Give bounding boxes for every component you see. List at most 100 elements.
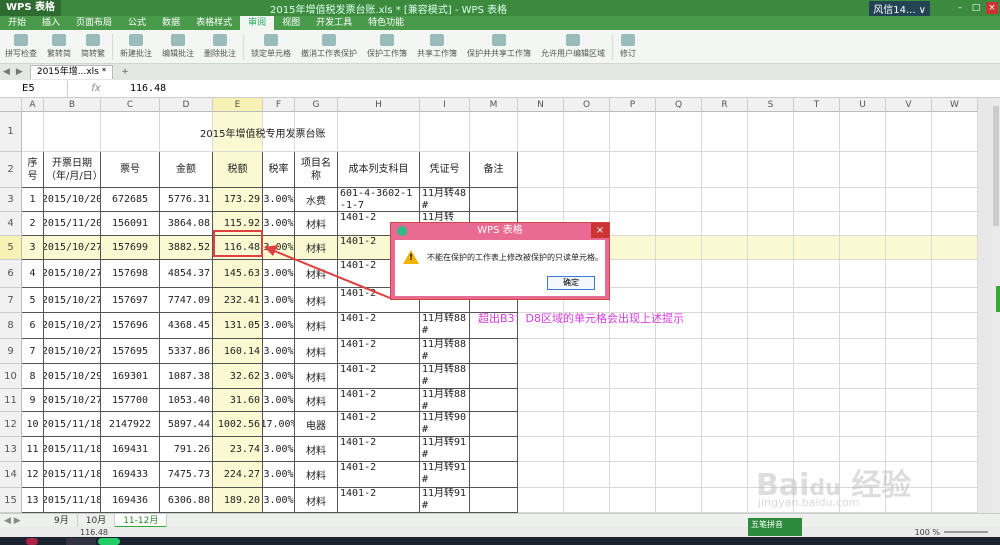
grid-cell[interactable] xyxy=(886,313,932,339)
grid-cell[interactable] xyxy=(840,339,886,364)
table-row-cell[interactable]: 157697 xyxy=(101,288,160,313)
ribbon-button[interactable]: 撤消工作表保护 xyxy=(296,34,362,59)
zoom-level[interactable]: 100 % xyxy=(915,528,940,537)
table-row-cell[interactable]: 材料 xyxy=(295,437,338,462)
table-row-cell[interactable]: 601-4-3602-1-1-7 xyxy=(338,188,420,212)
column-header[interactable]: S xyxy=(748,98,794,112)
row-header[interactable]: 6 xyxy=(0,260,22,288)
row-header[interactable]: 3 xyxy=(0,188,22,212)
table-row-cell[interactable]: 材料 xyxy=(295,236,338,260)
grid-cell[interactable] xyxy=(748,313,794,339)
table-row-cell[interactable]: 1053.40 xyxy=(160,389,213,412)
table-row-cell[interactable]: 11月转88# xyxy=(420,364,470,389)
column-header[interactable]: W xyxy=(932,98,978,112)
scrollbar-thumb[interactable] xyxy=(993,106,999,226)
table-row-cell[interactable]: 2015/10/29 xyxy=(44,364,101,389)
table-row-cell[interactable]: 4854.37 xyxy=(160,260,213,288)
table-row-cell[interactable]: 157699 xyxy=(101,236,160,260)
table-row-cell[interactable]: 157700 xyxy=(101,389,160,412)
table-row-cell[interactable]: 31.60 xyxy=(213,389,263,412)
ribbon-button[interactable]: 删除批注 xyxy=(199,34,241,59)
table-row-cell[interactable]: 189.20 xyxy=(213,488,263,513)
grid-cell[interactable] xyxy=(794,188,840,212)
row-header[interactable]: 10 xyxy=(0,364,22,389)
grid-cell[interactable] xyxy=(886,188,932,212)
menu-item[interactable]: 页面布局 xyxy=(68,16,120,30)
grid-cell[interactable] xyxy=(518,462,564,488)
ribbon-button[interactable]: 允许用户编辑区域 xyxy=(536,34,610,59)
row-header[interactable]: 12 xyxy=(0,412,22,437)
tab-nav-left-icon[interactable]: ◀ xyxy=(0,67,13,77)
table-row-cell[interactable]: 157696 xyxy=(101,313,160,339)
grid-cell[interactable] xyxy=(518,412,564,437)
column-header[interactable]: R xyxy=(702,98,748,112)
table-row-cell[interactable]: 157698 xyxy=(101,260,160,288)
table-row-cell[interactable]: 1401-2 xyxy=(338,462,420,488)
table-row-cell[interactable]: 7 xyxy=(22,339,44,364)
menu-item[interactable]: 审阅 xyxy=(240,16,275,30)
grid-cell[interactable] xyxy=(840,313,886,339)
grid-cell[interactable] xyxy=(101,112,160,152)
table-row-cell[interactable]: 3.00% xyxy=(263,339,295,364)
grid-cell[interactable] xyxy=(702,364,748,389)
row-header[interactable]: 8 xyxy=(0,313,22,339)
table-header-cell[interactable]: 票号 xyxy=(101,152,160,188)
app-menu-button[interactable]: WPS 表格 xyxy=(0,0,62,16)
grid-cell[interactable] xyxy=(794,112,840,152)
grid-cell[interactable] xyxy=(702,462,748,488)
table-row-cell[interactable]: 材料 xyxy=(295,260,338,288)
grid-cell[interactable] xyxy=(702,260,748,288)
grid-cell[interactable] xyxy=(656,112,702,152)
table-row-cell[interactable]: 11月转88# xyxy=(420,339,470,364)
grid-cell[interactable] xyxy=(886,437,932,462)
dialog-ok-button[interactable]: 确定 xyxy=(547,276,595,290)
table-row-cell[interactable]: 材料 xyxy=(295,462,338,488)
table-row-cell[interactable]: 32.62 xyxy=(213,364,263,389)
grid-cell[interactable] xyxy=(840,260,886,288)
grid-cell[interactable] xyxy=(564,364,610,389)
grid-cell[interactable] xyxy=(702,212,748,236)
grid-cell[interactable] xyxy=(886,389,932,412)
formula-input[interactable]: 116.48 xyxy=(124,83,166,94)
table-row-cell[interactable]: 6306.80 xyxy=(160,488,213,513)
table-row-cell[interactable] xyxy=(470,389,518,412)
table-row-cell[interactable]: 材料 xyxy=(295,313,338,339)
table-row-cell[interactable]: 169301 xyxy=(101,364,160,389)
menu-item[interactable]: 表格样式 xyxy=(188,16,240,30)
tab-nav-right-icon[interactable]: ▶ xyxy=(13,67,26,77)
table-row-cell[interactable]: 13 xyxy=(22,488,44,513)
grid-cell[interactable] xyxy=(932,462,978,488)
table-row-cell[interactable]: 3864.08 xyxy=(160,212,213,236)
table-row-cell[interactable]: 1401-2 xyxy=(338,412,420,437)
grid-cell[interactable] xyxy=(794,260,840,288)
row-header[interactable]: 15 xyxy=(0,488,22,513)
row-header[interactable]: 2 xyxy=(0,152,22,188)
grid-cell[interactable] xyxy=(748,339,794,364)
grid-cell[interactable] xyxy=(840,412,886,437)
grid-cell[interactable] xyxy=(702,412,748,437)
table-row-cell[interactable] xyxy=(470,437,518,462)
grid-cell[interactable] xyxy=(748,260,794,288)
grid-cell[interactable] xyxy=(610,260,656,288)
grid-cell[interactable] xyxy=(932,236,978,260)
side-panel-toggle[interactable] xyxy=(996,286,1000,312)
table-header-cell[interactable]: 凭证号 xyxy=(420,152,470,188)
grid-cell[interactable] xyxy=(610,339,656,364)
table-row-cell[interactable]: 23.74 xyxy=(213,437,263,462)
dialog-close-icon[interactable]: × xyxy=(591,223,609,238)
table-row-cell[interactable]: 131.05 xyxy=(213,313,263,339)
grid-cell[interactable] xyxy=(702,236,748,260)
table-row-cell[interactable]: 1401-2 xyxy=(338,437,420,462)
row-header[interactable]: 4 xyxy=(0,212,22,236)
table-row-cell[interactable]: 3.00% xyxy=(263,437,295,462)
table-row-cell[interactable]: 3.00% xyxy=(263,260,295,288)
table-row-cell[interactable]: 1002.56 xyxy=(213,412,263,437)
table-row-cell[interactable]: 11 xyxy=(22,437,44,462)
menu-item[interactable]: 开发工具 xyxy=(308,16,360,30)
grid-cell[interactable] xyxy=(518,188,564,212)
table-row-cell[interactable]: 8 xyxy=(22,364,44,389)
new-tab-button[interactable]: + xyxy=(121,67,129,77)
table-row-cell[interactable]: 173.29 xyxy=(213,188,263,212)
sheet-nav-icon[interactable]: ◀ ▶ xyxy=(0,516,46,526)
grid-cell[interactable] xyxy=(564,389,610,412)
